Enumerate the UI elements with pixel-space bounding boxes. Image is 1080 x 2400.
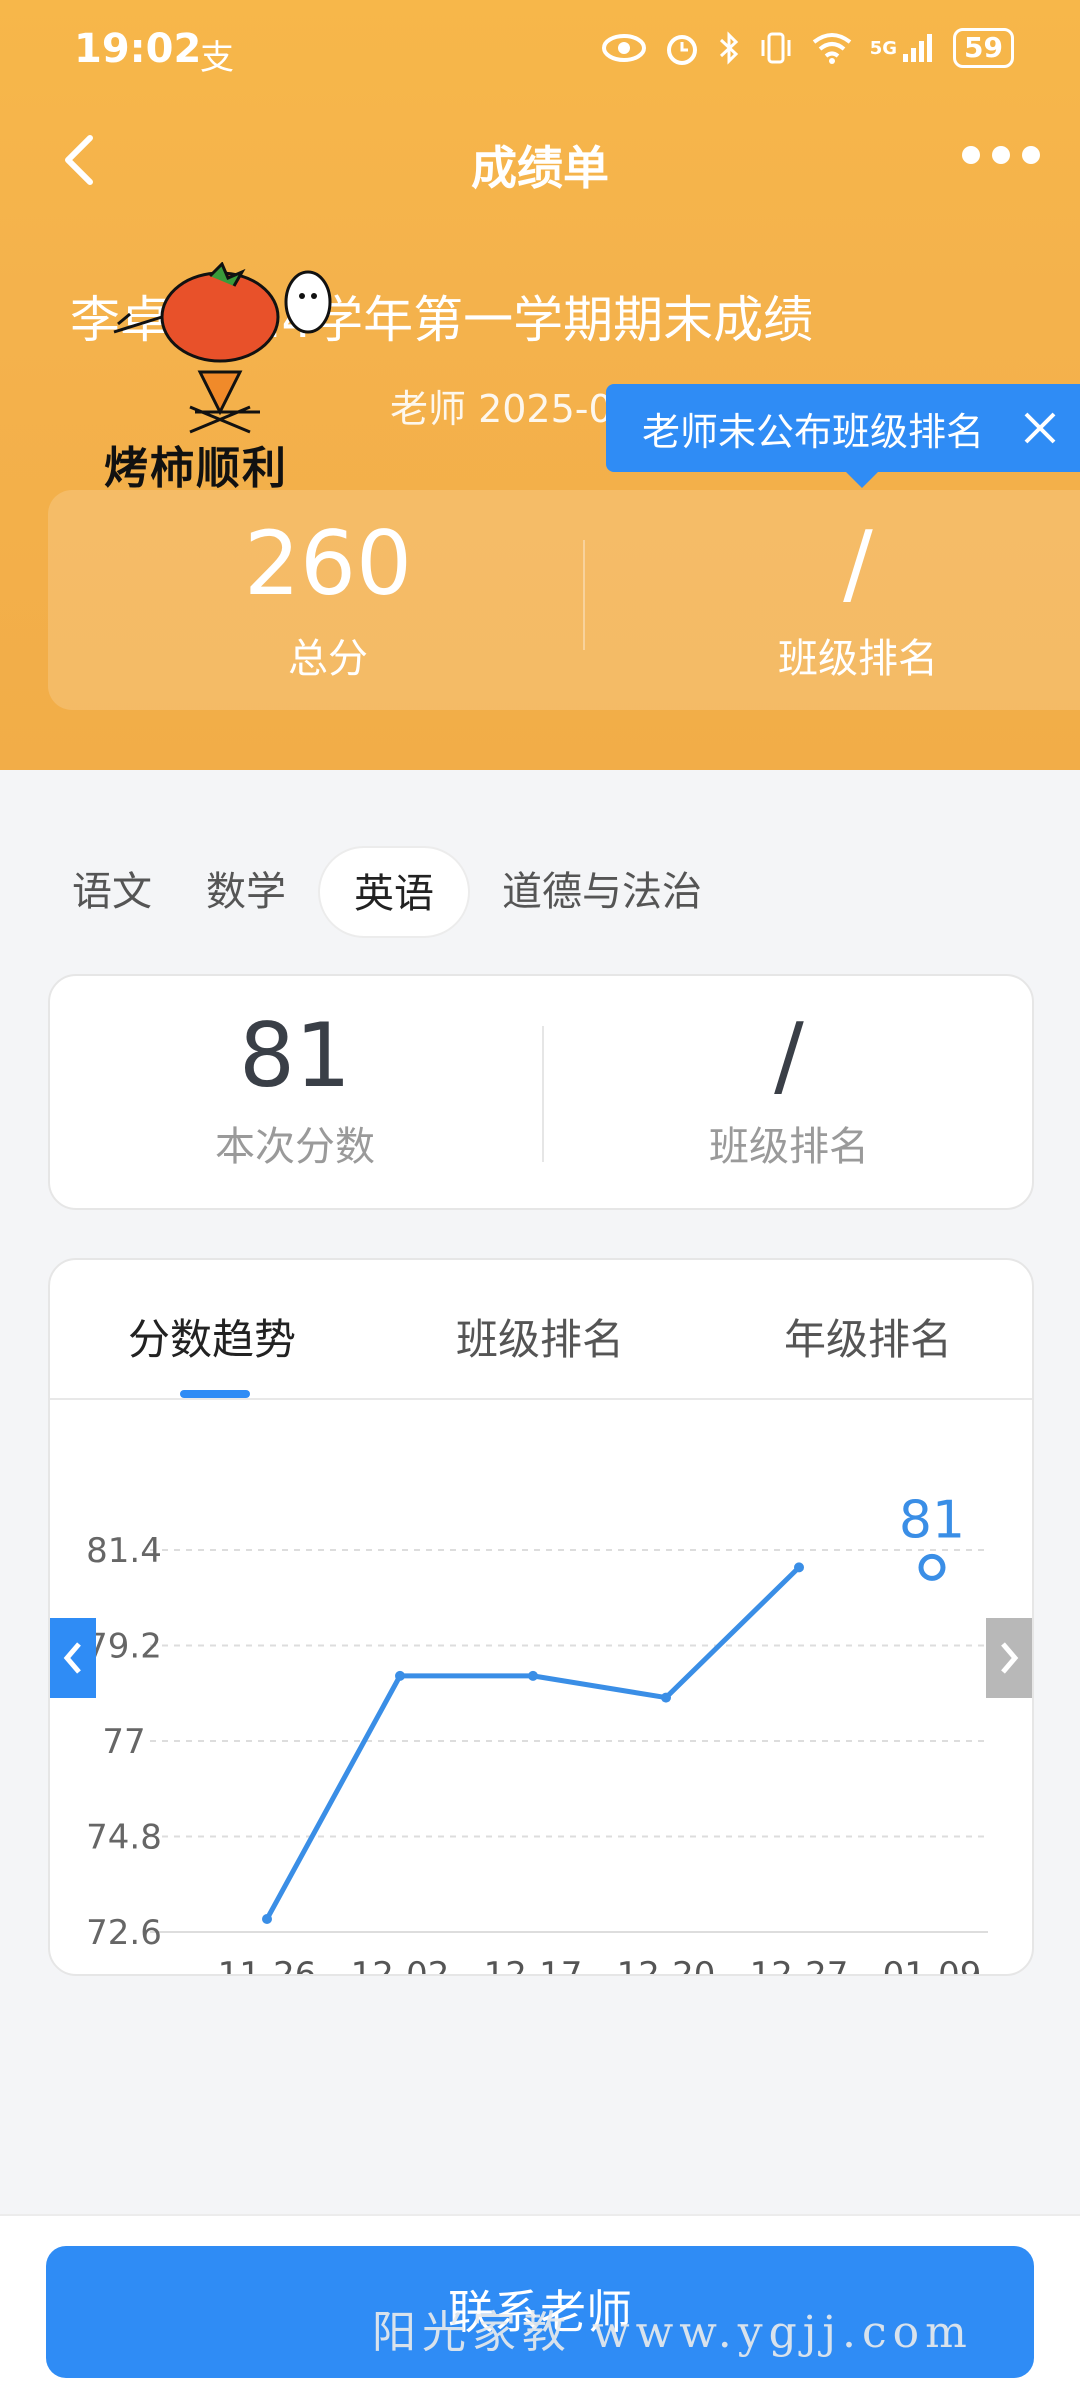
x-tick-label: 01-09 — [883, 1955, 982, 1976]
summary-card: 260 总分 / 班级排名 — [48, 490, 1080, 710]
trend-tabs: 分数趋势 班级排名 年级排名 — [50, 1260, 1032, 1400]
subject-rank-value: / — [774, 1004, 804, 1107]
data-point — [395, 1670, 405, 1681]
exam-subtitle: 老师 2025-0 — [390, 387, 613, 431]
subject-class-rank: / 班级排名 — [544, 1006, 1034, 1172]
y-tick-label: 77 — [102, 1722, 145, 1762]
y-tick-label: 79.2 — [86, 1627, 162, 1667]
tab-morality-law[interactable]: 道德与法治 — [480, 846, 724, 938]
class-rank-value: / — [843, 512, 873, 615]
vibrate-icon — [761, 32, 791, 64]
status-icons: 5G 59 — [601, 28, 1014, 68]
tab-grade-rank[interactable]: 年级排名 — [784, 1306, 952, 1367]
total-score: 260 总分 — [78, 514, 578, 684]
data-point — [528, 1670, 538, 1681]
score-card: 81 本次分数 / 班级排名 — [48, 974, 1034, 1210]
active-tab-indicator — [180, 1390, 250, 1398]
sticker-text: 烤柿顺利 — [104, 443, 288, 494]
tab-score-trend[interactable]: 分数趋势 — [128, 1306, 296, 1367]
close-icon[interactable] — [1016, 404, 1064, 452]
x-tick-label: 12-17 — [484, 1955, 583, 1976]
chevron-right-icon — [1001, 1642, 1019, 1674]
nav-bar: 成绩单 — [0, 110, 1080, 210]
data-point — [661, 1692, 671, 1703]
more-icon[interactable] — [962, 146, 1040, 164]
current-score: 81 本次分数 — [50, 1006, 540, 1172]
series-line — [264, 1565, 801, 1921]
x-tick-label: 12-20 — [617, 1955, 716, 1976]
eye-icon — [601, 34, 646, 62]
tab-english[interactable]: 英语 — [318, 846, 470, 938]
data-point — [262, 1913, 272, 1924]
subject-tabs: 语文 数学 英语 道德与法治 — [50, 846, 724, 938]
class-rank: / 班级排名 — [608, 514, 1080, 684]
x-tick-label: 11-26 — [218, 1955, 317, 1976]
y-tick-label: 81.4 — [86, 1531, 162, 1571]
highlight-point — [918, 1553, 946, 1581]
total-score-value: 260 — [244, 512, 412, 615]
highlight-label: 81 — [899, 1490, 965, 1550]
current-score-value: 81 — [239, 1004, 351, 1107]
tab-class-rank[interactable]: 班级排名 — [456, 1306, 624, 1367]
tooltip-text: 老师未公布班级排名 — [642, 409, 985, 454]
network-label: 5G — [869, 37, 898, 59]
wifi-icon — [812, 33, 851, 64]
x-tick-label: 12-02 — [351, 1955, 450, 1976]
y-tick-label: 74.8 — [86, 1818, 162, 1858]
subject-rank-label: 班级排名 — [709, 1124, 869, 1170]
rank-tooltip: 老师未公布班级排名 — [606, 384, 1080, 488]
next-arrow-button[interactable] — [986, 1618, 1032, 1698]
chevron-left-icon — [63, 1642, 81, 1674]
pay-icon: 支 — [200, 38, 234, 78]
tab-chinese[interactable]: 语文 — [50, 846, 174, 938]
status-time: 19:02 — [74, 26, 202, 72]
status-bar: 19:02 支 5G 59 — [0, 0, 1080, 100]
total-score-label: 总分 — [288, 636, 368, 682]
y-tick-label: 72.6 — [86, 1913, 162, 1953]
score-trend-chart: 81.4 79.2 77 74.8 72.6 11-26 12-02 12-17 12-20 12… — [86, 1490, 988, 1976]
page-title: 成绩单 — [471, 141, 609, 195]
signal-icon — [903, 34, 933, 62]
divider — [583, 540, 585, 650]
battery-icon: 59 — [953, 28, 1014, 68]
watermark: 阳光家教 www.ygjj.com — [372, 2307, 973, 2358]
trend-card: 分数趋势 班级排名 年级排名 81.4 79.2 77 74.8 72.6 11-26 12… — [48, 1258, 1034, 1976]
bluetooth-icon — [719, 31, 738, 65]
current-score-label: 本次分数 — [215, 1124, 375, 1170]
x-tick-label: 12-27 — [750, 1955, 849, 1976]
tab-math[interactable]: 数学 — [184, 846, 308, 938]
prev-arrow-button[interactable] — [50, 1618, 96, 1698]
class-rank-label: 班级排名 — [778, 636, 938, 682]
data-point — [794, 1562, 804, 1573]
alarm-icon — [666, 35, 697, 65]
